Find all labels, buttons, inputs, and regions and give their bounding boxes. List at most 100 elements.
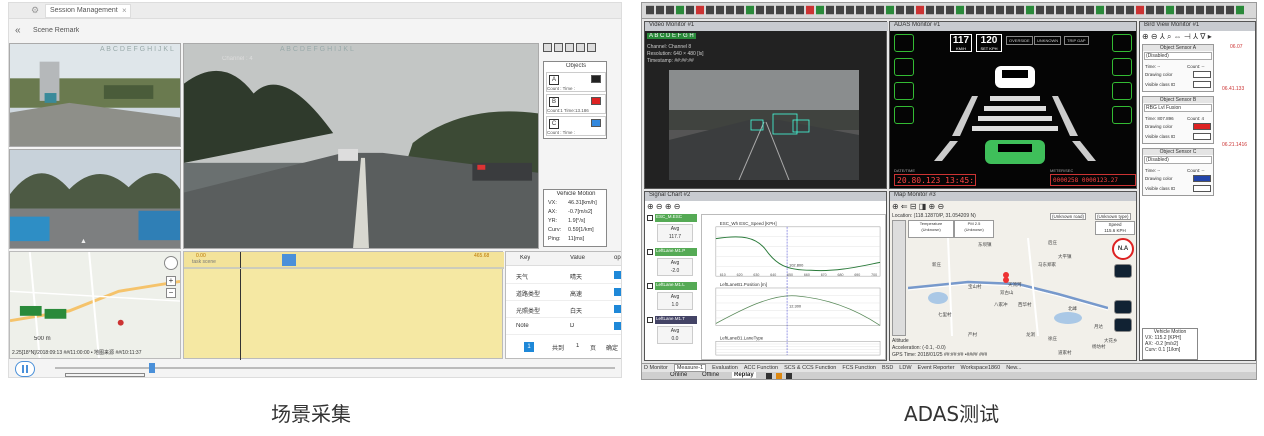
toolbar-icon[interactable] bbox=[956, 5, 964, 15]
toolbar-icon[interactable] bbox=[656, 5, 664, 15]
toolbar-icon[interactable] bbox=[976, 5, 984, 15]
toolbar-icon[interactable] bbox=[906, 5, 914, 15]
zoom-in-icon[interactable]: + bbox=[166, 276, 176, 286]
playback-handle[interactable] bbox=[149, 363, 155, 373]
toolbar-icon[interactable] bbox=[846, 5, 854, 15]
toolbar-icon[interactable] bbox=[1226, 5, 1234, 15]
timeline-marker[interactable] bbox=[282, 254, 296, 266]
drawing-color-swatch[interactable] bbox=[1193, 123, 1211, 130]
drawing-color-swatch[interactable] bbox=[1193, 175, 1211, 182]
toolbar-icon[interactable] bbox=[736, 5, 744, 15]
toolbar-icon[interactable] bbox=[746, 5, 754, 15]
toolbar-icon[interactable] bbox=[796, 5, 804, 15]
toolbar-icon[interactable] bbox=[1046, 5, 1054, 15]
toolbar-icon[interactable] bbox=[936, 5, 944, 15]
toolbar-icon[interactable] bbox=[1126, 5, 1134, 15]
signal-item[interactable]: ESC_M.ESC Avg 117.7 bbox=[647, 214, 699, 246]
altitude-slider[interactable] bbox=[892, 220, 906, 336]
map-compass-icon[interactable] bbox=[164, 256, 178, 270]
toolbar-icon[interactable] bbox=[866, 5, 874, 15]
main-camera-view[interactable]: A B C D E F G H I J K L Channel : 4 bbox=[183, 43, 539, 249]
map-view[interactable]: + − 500 m 2.25[18°N]/2018:09:13 ##/11:00… bbox=[9, 251, 181, 359]
sensor-mode-select[interactable]: (Disabled) bbox=[1144, 156, 1212, 164]
workspace-tab[interactable]: Evaluation bbox=[712, 365, 738, 371]
toolbar-icon[interactable] bbox=[1026, 5, 1034, 15]
toolbar-icon[interactable] bbox=[1076, 5, 1084, 15]
toolbar-icon[interactable] bbox=[726, 5, 734, 15]
object-item[interactable]: C Count : Time : bbox=[546, 116, 606, 136]
workspace-tab[interactable]: BSD bbox=[882, 365, 893, 371]
visible-class-input[interactable] bbox=[1193, 133, 1211, 140]
window-icon[interactable] bbox=[576, 43, 585, 52]
toolbar-icon[interactable] bbox=[776, 5, 784, 15]
page-current-button[interactable]: 1 bbox=[524, 342, 534, 352]
toolbar-icon[interactable] bbox=[1116, 5, 1124, 15]
toolbar-icon[interactable] bbox=[886, 5, 894, 15]
video-frame[interactable] bbox=[669, 70, 859, 180]
chart-area[interactable]: ESC_Wh ESC_Speed [KPH] LeftLaneB1.Positio… bbox=[701, 214, 886, 360]
collapse-icon[interactable]: « bbox=[15, 25, 21, 36]
pointer-icon[interactable] bbox=[543, 43, 552, 52]
toolbar-icon[interactable] bbox=[946, 5, 954, 15]
toolbar-icon[interactable] bbox=[1176, 5, 1184, 15]
toolbar-icon[interactable] bbox=[1166, 5, 1174, 15]
toolbar-icon[interactable] bbox=[1206, 5, 1214, 15]
filter-icon[interactable] bbox=[554, 43, 563, 52]
timeline-panel[interactable]: 0.00 465.68 task scene bbox=[183, 251, 504, 360]
toolbar-icon[interactable] bbox=[1106, 5, 1114, 15]
channel-letters[interactable]: A B C D E F G H bbox=[647, 33, 696, 39]
object-item[interactable]: B Count:1 Time:13.186 bbox=[546, 94, 606, 114]
play-icon[interactable] bbox=[766, 373, 772, 379]
object-color-swatch[interactable] bbox=[591, 75, 601, 83]
toolbar-icon[interactable] bbox=[826, 5, 834, 15]
signal-checkbox[interactable] bbox=[647, 283, 653, 289]
pause-button[interactable] bbox=[15, 361, 35, 377]
record-icon[interactable] bbox=[776, 373, 782, 379]
toolbar-icon[interactable] bbox=[696, 5, 704, 15]
toolbar-icon[interactable] bbox=[896, 5, 904, 15]
zoom-out-icon[interactable]: − bbox=[166, 288, 176, 298]
toolbar-icon[interactable] bbox=[686, 5, 694, 15]
edit-icon[interactable] bbox=[614, 305, 621, 313]
signal-checkbox[interactable] bbox=[647, 317, 653, 323]
toolbar-icon[interactable] bbox=[996, 5, 1004, 15]
tab-close-icon[interactable]: × bbox=[122, 6, 127, 15]
sensor-mode-select[interactable]: (Disabled) bbox=[1144, 52, 1212, 60]
signal-checkbox[interactable] bbox=[647, 249, 653, 255]
object-color-swatch[interactable] bbox=[591, 119, 601, 127]
grid-icon[interactable] bbox=[565, 43, 574, 52]
toolbar-icon[interactable] bbox=[1146, 5, 1154, 15]
toolbar-icon[interactable] bbox=[1056, 5, 1064, 15]
workspace-tab[interactable]: Workspace1860 bbox=[961, 365, 1001, 371]
toolbar-icon[interactable] bbox=[706, 5, 714, 15]
workspace-tab[interactable]: LDW bbox=[899, 365, 911, 371]
toolbar-icon[interactable] bbox=[1196, 5, 1204, 15]
edit-icon[interactable] bbox=[614, 271, 621, 279]
toolbar-icon[interactable] bbox=[646, 5, 654, 15]
edit-icon[interactable] bbox=[614, 322, 621, 330]
toolbar-icon[interactable] bbox=[856, 5, 864, 15]
map-toolbar[interactable]: ⊕ ⇐ ⊟ ◨ ⊕ ⊖ bbox=[892, 202, 944, 211]
workspace-tab[interactable]: SCS & CCS Function bbox=[784, 365, 836, 371]
toolbar-icon[interactable] bbox=[666, 5, 674, 15]
toolbar-icon[interactable] bbox=[926, 5, 934, 15]
stop-icon[interactable] bbox=[786, 373, 792, 379]
toolbar-icon[interactable] bbox=[1006, 5, 1014, 15]
toolbar-icon[interactable] bbox=[1236, 5, 1244, 15]
camera-view-1[interactable]: A B C D E F G H I J K L bbox=[9, 43, 181, 147]
toolbar-icon[interactable] bbox=[786, 5, 794, 15]
visible-class-input[interactable] bbox=[1193, 185, 1211, 192]
object-color-swatch[interactable] bbox=[591, 97, 601, 105]
object-item[interactable]: A Count : Time : bbox=[546, 72, 606, 92]
toolbar-icon[interactable] bbox=[806, 5, 814, 15]
toolbar-icon[interactable] bbox=[676, 5, 684, 15]
toolbar-icon[interactable] bbox=[1136, 5, 1144, 15]
toolbar-icon[interactable] bbox=[1216, 5, 1224, 15]
toolbar-icon[interactable] bbox=[816, 5, 824, 15]
bird-view-toolbar[interactable]: ⊕ ⊖ ⅄ ⌕ ⇔ ⊣ ⅄ ∇ ▸ bbox=[1142, 32, 1212, 42]
toolbar-icon[interactable] bbox=[1036, 5, 1044, 15]
sensor-mode-select[interactable]: RBG Lvl Fusion bbox=[1144, 104, 1212, 112]
toolbar-icon[interactable] bbox=[1096, 5, 1104, 15]
signal-item[interactable]: LeftLane.M1.L Avg 1.0 bbox=[647, 282, 699, 314]
signal-checkbox[interactable] bbox=[647, 215, 653, 221]
